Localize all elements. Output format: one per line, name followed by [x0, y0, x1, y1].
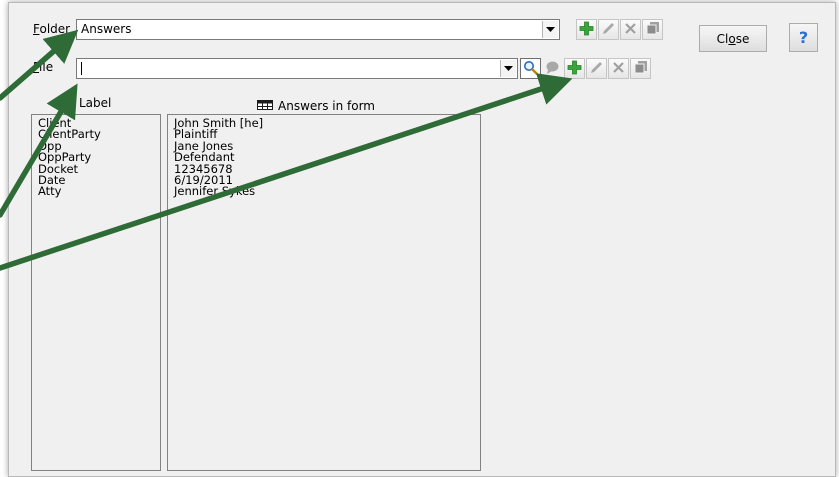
- dropdown-arrow-icon[interactable]: [542, 21, 558, 38]
- answers-column-header: Answers in form: [257, 99, 375, 113]
- add-icon: [579, 21, 594, 39]
- copy-icon: [634, 60, 648, 77]
- delete-icon: [612, 61, 625, 77]
- delete-icon: [624, 22, 637, 38]
- label-column-header: Label: [79, 96, 112, 110]
- folder-delete-button[interactable]: [620, 19, 641, 40]
- search-icon: [523, 60, 538, 78]
- folder-label: Folder: [33, 22, 71, 36]
- file-label: File: [33, 60, 54, 74]
- folder-combobox[interactable]: Answers: [76, 19, 560, 40]
- folder-copy-button[interactable]: [642, 19, 663, 40]
- edit-icon: [601, 21, 616, 39]
- text-cursor: [81, 62, 82, 75]
- folder-add-button[interactable]: [576, 19, 597, 40]
- folder-value: Answers: [81, 22, 132, 36]
- folder-edit-button[interactable]: [598, 19, 619, 40]
- file-add-button[interactable]: [564, 58, 585, 79]
- answers-dialog: Folder Answers Close ? File Label Answer…: [8, 2, 836, 477]
- file-search-button[interactable]: [520, 58, 541, 79]
- copy-icon: [646, 21, 660, 38]
- close-button[interactable]: Close: [699, 25, 767, 52]
- help-icon: ?: [798, 28, 809, 47]
- edit-icon: [589, 60, 604, 78]
- add-icon: [567, 60, 582, 78]
- file-comment-button[interactable]: [542, 58, 563, 79]
- file-copy-button[interactable]: [630, 58, 651, 79]
- list-item[interactable]: Jennifer Sykes: [168, 185, 480, 197]
- file-edit-button[interactable]: [586, 58, 607, 79]
- label-list[interactable]: Client ClientParty Opp OppParty Docket Date At…: [31, 114, 161, 471]
- close-button-label: Close: [716, 31, 750, 46]
- answers-list[interactable]: John Smith [he] Plaintiff Jane Jones Defend…: [167, 114, 481, 471]
- grid-icon: [257, 99, 273, 113]
- list-item[interactable]: Atty: [32, 185, 160, 197]
- dropdown-arrow-icon[interactable]: [500, 60, 516, 77]
- file-delete-button[interactable]: [608, 58, 629, 79]
- comment-icon: [545, 60, 560, 78]
- file-combobox[interactable]: [76, 58, 518, 79]
- help-button[interactable]: ?: [789, 23, 818, 52]
